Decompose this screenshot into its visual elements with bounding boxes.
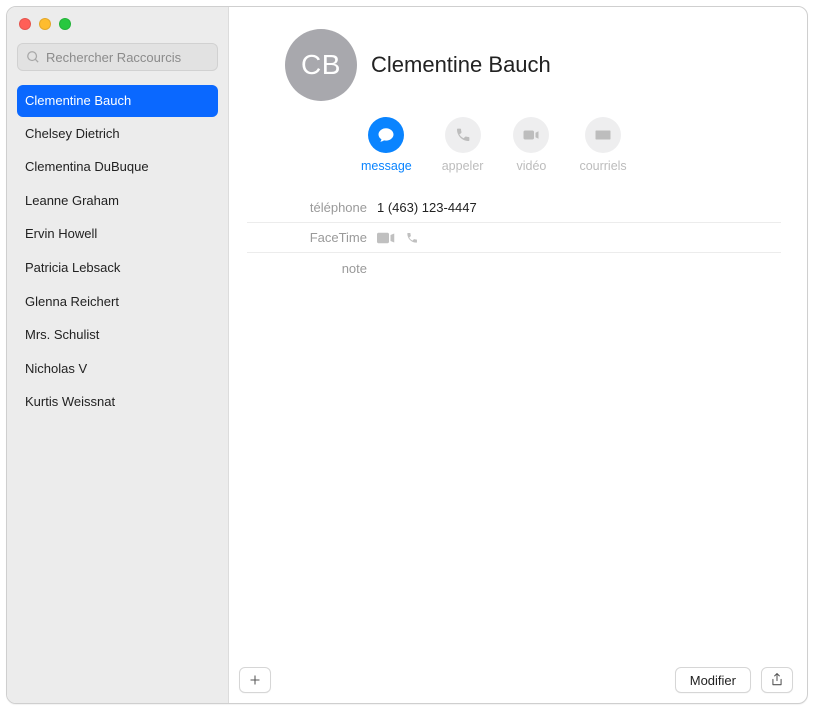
video-icon xyxy=(513,117,549,153)
contact-list-item[interactable]: Ervin Howell xyxy=(7,217,228,251)
contact-list-item[interactable]: Clementine Bauch xyxy=(17,85,218,117)
facetime-label: FaceTime xyxy=(247,230,377,245)
add-button[interactable] xyxy=(239,667,271,693)
contact-name: Clementine Bauch xyxy=(371,52,551,78)
sidebar: Clementine BauchChelsey DietrichClementi… xyxy=(7,7,229,703)
message-button[interactable]: message xyxy=(361,117,412,173)
note-label: note xyxy=(247,261,377,276)
search-field[interactable] xyxy=(17,43,218,71)
contact-details: téléphone 1 (463) 123-4447 FaceTime note xyxy=(229,187,807,283)
video-button[interactable]: vidéo xyxy=(513,117,549,173)
contact-list-item[interactable]: Mrs. Schulist xyxy=(7,318,228,352)
contact-actions: message appeler vidéo xyxy=(229,101,807,187)
contact-list-item[interactable]: Clementina DuBuque xyxy=(7,150,228,184)
avatar-initials: CB xyxy=(301,49,341,81)
contact-list-item[interactable]: Leanne Graham xyxy=(7,184,228,218)
contact-header: CB Clementine Bauch xyxy=(229,7,807,101)
facetime-row: FaceTime xyxy=(247,223,781,253)
edit-button[interactable]: Modifier xyxy=(675,667,751,693)
message-label: message xyxy=(361,159,412,173)
mail-label: courriels xyxy=(579,159,626,173)
call-label: appeler xyxy=(442,159,484,173)
facetime-value xyxy=(377,231,419,245)
phone-icon xyxy=(445,117,481,153)
note-row: note xyxy=(247,253,781,283)
search-input[interactable] xyxy=(46,50,209,65)
facetime-audio-icon[interactable] xyxy=(405,231,419,245)
window-close-button[interactable] xyxy=(19,18,31,30)
window-maximize-button[interactable] xyxy=(59,18,71,30)
mail-button[interactable]: courriels xyxy=(579,117,626,173)
search-icon xyxy=(26,50,40,64)
contact-list-item[interactable]: Glenna Reichert xyxy=(7,285,228,319)
mail-icon xyxy=(585,117,621,153)
contact-list-item[interactable]: Kurtis Weissnat xyxy=(7,385,228,419)
titlebar xyxy=(7,7,83,35)
contact-list: Clementine BauchChelsey DietrichClementi… xyxy=(7,83,228,421)
contact-list-item[interactable]: Patricia Lebsack xyxy=(7,251,228,285)
avatar: CB xyxy=(285,29,357,101)
share-icon xyxy=(770,672,784,688)
contact-list-item[interactable]: Chelsey Dietrich xyxy=(7,117,228,151)
video-label: vidéo xyxy=(516,159,546,173)
facetime-video-icon[interactable] xyxy=(377,231,395,245)
contact-detail-panel: CB Clementine Bauch message appeler xyxy=(229,7,807,703)
phone-label: téléphone xyxy=(247,200,377,215)
window-minimize-button[interactable] xyxy=(39,18,51,30)
phone-row: téléphone 1 (463) 123-4447 xyxy=(247,193,781,223)
footer: Modifier xyxy=(229,657,807,703)
contact-list-item[interactable]: Nicholas V xyxy=(7,352,228,386)
share-button[interactable] xyxy=(761,667,793,693)
call-button[interactable]: appeler xyxy=(442,117,484,173)
message-icon xyxy=(368,117,404,153)
plus-icon xyxy=(248,673,262,687)
phone-value[interactable]: 1 (463) 123-4447 xyxy=(377,200,477,215)
main-layout: Clementine BauchChelsey DietrichClementi… xyxy=(7,7,807,703)
contacts-window: Clementine BauchChelsey DietrichClementi… xyxy=(6,6,808,704)
